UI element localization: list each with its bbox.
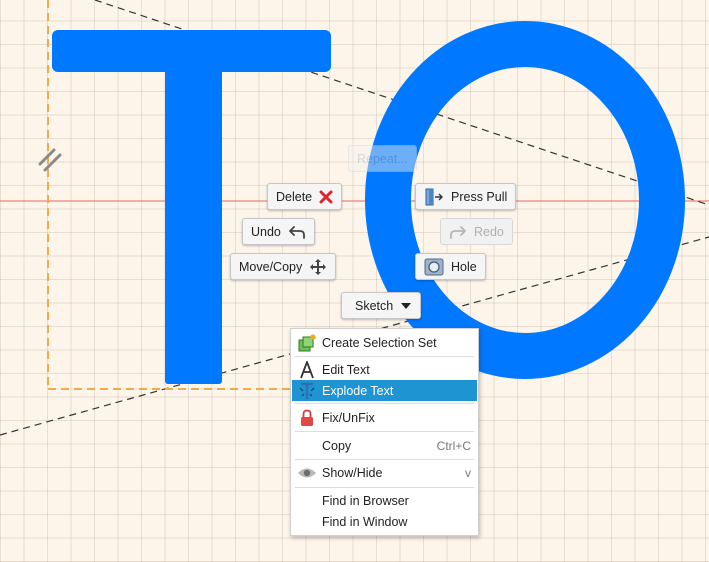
redo-button: Redo [440, 218, 513, 245]
eye-icon [292, 467, 322, 479]
copy-shortcut: Ctrl+C [436, 438, 471, 453]
menu-separator [295, 403, 474, 404]
repeat-button: Repeat... [348, 145, 417, 172]
press-pull-button[interactable]: Press Pull [415, 183, 517, 210]
menu-separator [295, 459, 474, 460]
menu-item-edit-text[interactable]: Edit Text [292, 359, 477, 380]
menu-item-find-in-browser[interactable]: Find in Browser [292, 490, 477, 511]
press-pull-icon [424, 188, 444, 206]
menu-separator [295, 431, 474, 432]
move-arrows-icon [309, 258, 327, 276]
hole-icon [424, 258, 444, 276]
explode-text-icon [292, 382, 322, 400]
show-hide-shortcut: v [465, 465, 471, 480]
text-a-icon [292, 360, 322, 379]
undo-button[interactable]: Undo [242, 218, 315, 245]
menu-item-show-hide[interactable]: Show/Hide v [292, 462, 477, 483]
lock-icon [292, 409, 322, 427]
menu-item-explode-text[interactable]: Explode Text [292, 380, 477, 401]
hole-button[interactable]: Hole [415, 253, 486, 280]
selection-set-icon [292, 333, 322, 352]
menu-item-fix-unfix[interactable]: Fix/UnFix [292, 407, 477, 428]
move-copy-button[interactable]: Move/Copy [230, 253, 337, 280]
menu-separator [295, 356, 474, 357]
context-menu: Create Selection Set Edit Text Explode T… [290, 328, 479, 536]
menu-item-copy[interactable]: Copy Ctrl+C [292, 435, 477, 456]
redo-arrow-icon [449, 225, 467, 239]
menu-separator [295, 487, 474, 488]
menu-item-create-selection-set[interactable]: Create Selection Set [292, 332, 477, 353]
sketch-dropdown-button[interactable]: Sketch [341, 292, 422, 319]
delete-x-icon [319, 190, 333, 204]
parallel-constraint-icon [38, 148, 62, 172]
delete-button[interactable]: Delete [267, 183, 343, 210]
menu-item-find-in-window[interactable]: Find in Window [292, 511, 477, 532]
undo-arrow-icon [288, 225, 306, 239]
chevron-down-icon [400, 302, 412, 310]
